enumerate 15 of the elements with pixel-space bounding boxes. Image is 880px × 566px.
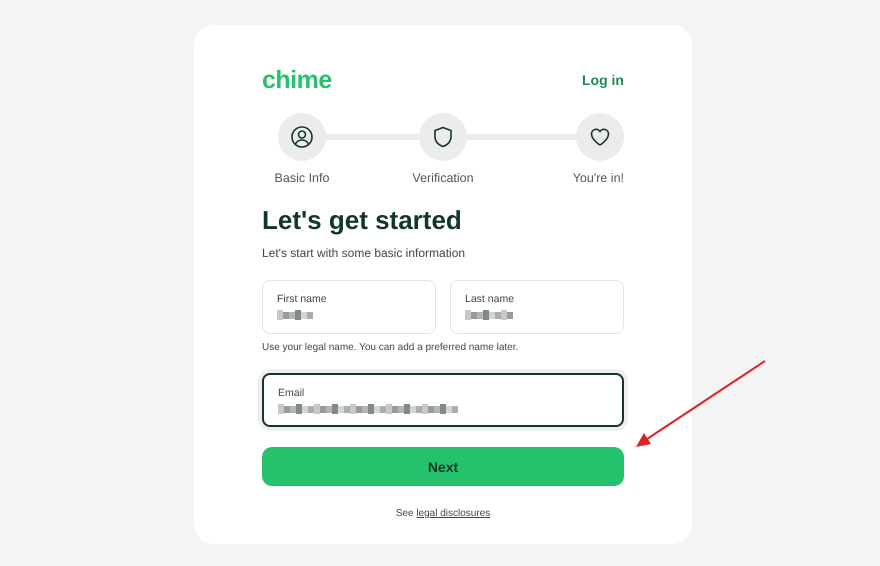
login-link[interactable]: Log in <box>582 72 624 88</box>
input-field[interactable]: First name <box>262 280 436 334</box>
logo: chime <box>262 66 332 94</box>
page-title: Let's get started <box>262 205 463 236</box>
legal-disclosures-link[interactable]: legal disclosures <box>416 508 490 519</box>
person-icon <box>290 125 314 149</box>
next-button[interactable]: Next <box>262 447 624 486</box>
step-label: Verification <box>412 171 474 185</box>
shield-icon <box>431 125 455 149</box>
step-label: You're in! <box>572 171 624 185</box>
input-field[interactable]: Last name <box>450 280 624 334</box>
footer-text: See legal disclosures <box>394 508 492 519</box>
hint-text: Use your legal name. You can add a preferred name later. <box>262 342 520 353</box>
subtitle: Let's start with some basic information <box>262 246 466 260</box>
step-label: Basic Info <box>274 171 330 185</box>
